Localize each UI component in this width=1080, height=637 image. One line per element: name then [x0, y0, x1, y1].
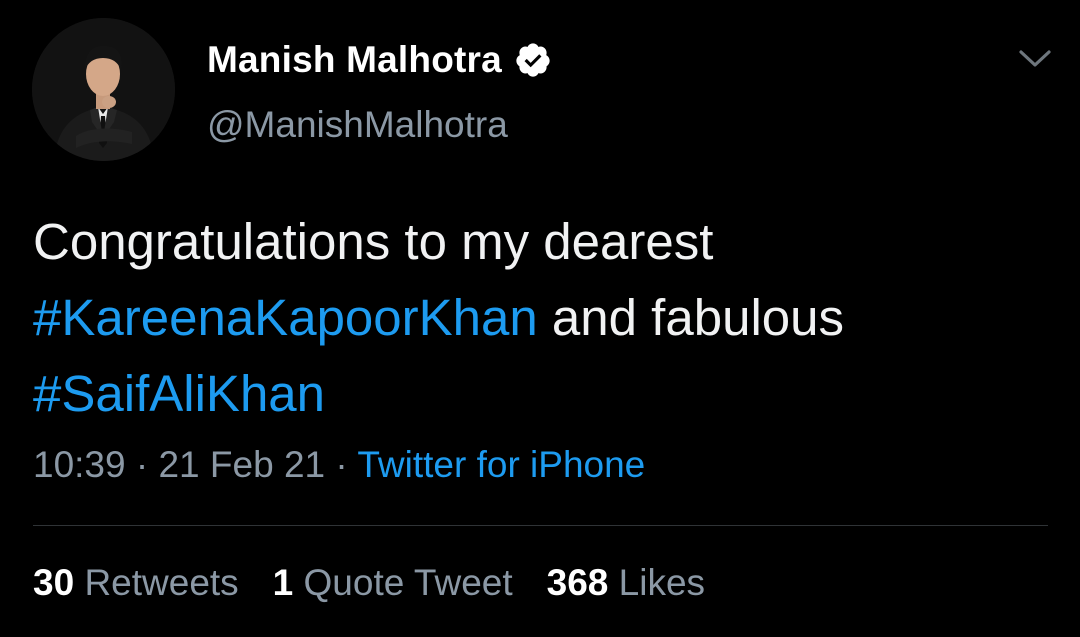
- meta-separator: ·: [325, 444, 358, 485]
- meta-separator: ·: [125, 444, 159, 485]
- retweets-label: Retweets: [84, 562, 239, 603]
- tweet-source-link[interactable]: Twitter for iPhone: [357, 444, 645, 485]
- retweets-stat[interactable]: 30 Retweets: [33, 562, 239, 603]
- tweet-text-line-2: #KareenaKapoorKhan and fabulous: [33, 280, 1053, 356]
- tweet-meta: 10:39 · 21 Feb 21 · Twitter for iPhone: [33, 444, 645, 486]
- tweet-detail: Manish Malhotra @ManishMalhotra Congratu…: [0, 0, 1080, 637]
- quote-tweets-stat[interactable]: 1 Quote Tweet: [273, 562, 513, 603]
- tweet-text-line-1: Congratulations to my dearest: [33, 213, 714, 270]
- profile-photo: [32, 18, 175, 161]
- tweet-date[interactable]: 21 Feb 21: [158, 444, 325, 485]
- likes-stat[interactable]: 368 Likes: [547, 562, 705, 603]
- tweet-stats: 30 Retweets 1 Quote Tweet 368 Likes: [33, 562, 739, 604]
- likes-count: 368: [546, 562, 609, 603]
- hashtag-link[interactable]: #SaifAliKhan: [33, 365, 325, 422]
- chevron-down-icon[interactable]: [1016, 46, 1054, 72]
- tweet-text-line-3: #SaifAliKhan: [33, 356, 1053, 432]
- likes-label: Likes: [618, 562, 706, 603]
- quote-tweets-count: 1: [272, 562, 294, 603]
- author-handle[interactable]: @ManishMalhotra: [207, 104, 508, 146]
- verified-badge-icon: [514, 41, 552, 79]
- tweet-text-fragment: and fabulous: [537, 289, 844, 346]
- retweets-count: 30: [33, 562, 75, 603]
- avatar[interactable]: [32, 18, 175, 161]
- display-name[interactable]: Manish Malhotra: [207, 39, 502, 81]
- tweet-time[interactable]: 10:39: [33, 444, 126, 485]
- hashtag-link[interactable]: #KareenaKapoorKhan: [33, 289, 538, 346]
- tweet-text: Congratulations to my dearest #KareenaKa…: [33, 204, 1053, 432]
- author-name-row: Manish Malhotra: [207, 36, 552, 84]
- quote-tweets-label: Quote Tweet: [303, 562, 513, 603]
- divider: [33, 525, 1048, 526]
